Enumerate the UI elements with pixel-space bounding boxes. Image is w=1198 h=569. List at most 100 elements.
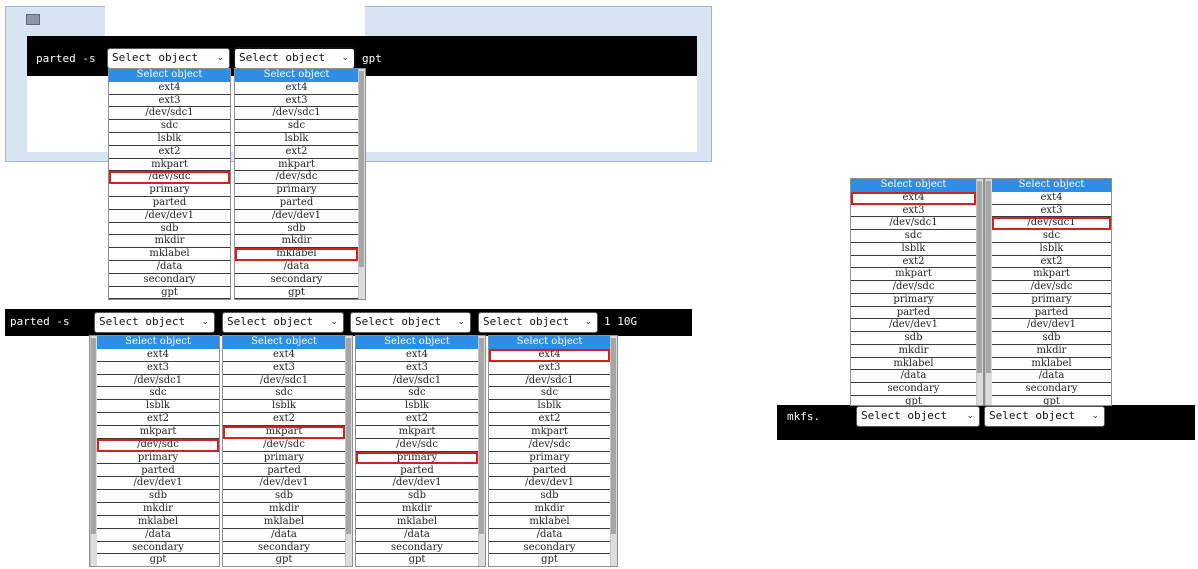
dropdown-option[interactable]: sdc bbox=[356, 387, 478, 401]
dropdown-option[interactable]: sdb bbox=[992, 332, 1111, 345]
dropdown-header-option[interactable]: Select object bbox=[223, 336, 345, 349]
dropdown-option[interactable]: secondary bbox=[235, 274, 358, 287]
dropdown-option[interactable]: ext2 bbox=[109, 146, 230, 159]
dropdown-option[interactable]: /data bbox=[851, 370, 976, 383]
dropdown-option[interactable]: sdb bbox=[489, 490, 610, 504]
dropdown-option[interactable]: mkpart bbox=[235, 159, 358, 172]
dropdown-option[interactable]: /dev/sdc1 bbox=[223, 375, 345, 388]
dropdown-option[interactable]: ext3 bbox=[489, 362, 610, 375]
dropdown-option[interactable]: ext2 bbox=[851, 256, 976, 269]
dropdown-option[interactable]: mkdir bbox=[235, 235, 358, 249]
dropdown-option[interactable]: lsblk bbox=[851, 243, 976, 256]
dropdown-option[interactable]: ext2 bbox=[489, 413, 610, 426]
dropdown-option[interactable]: /dev/dev1 bbox=[356, 477, 478, 491]
dropdown-option[interactable]: /data bbox=[489, 529, 610, 542]
dropdown-option[interactable]: ext3 bbox=[235, 95, 358, 108]
dropdown-option[interactable]: mkpart bbox=[992, 268, 1111, 281]
dropdown-option[interactable]: /dev/sdc bbox=[356, 439, 478, 452]
dropdown-option[interactable]: mkpart bbox=[223, 425, 345, 439]
dropdown-option[interactable]: /dev/sdc bbox=[992, 281, 1111, 294]
dropdown-option[interactable]: mkpart bbox=[97, 426, 219, 439]
dropdown-option[interactable]: mklabel bbox=[109, 248, 230, 261]
dropdown-option[interactable]: /dev/dev1 bbox=[235, 210, 358, 223]
dropdown-option[interactable]: ext4 bbox=[356, 349, 478, 362]
dropdown-header-option[interactable]: Select object bbox=[851, 179, 976, 192]
select-object-dropdown-2[interactable]: Select object ⌄ bbox=[984, 406, 1105, 427]
dropdown-option[interactable]: primary bbox=[223, 452, 345, 465]
dropdown-option[interactable]: /dev/sdc1 bbox=[97, 375, 219, 388]
dropdown-option[interactable]: mkpart bbox=[356, 426, 478, 439]
dropdown-option[interactable]: sdc bbox=[97, 387, 219, 401]
dropdown-option[interactable]: /dev/sdc bbox=[109, 171, 230, 185]
dropdown-option[interactable]: sdb bbox=[235, 223, 358, 236]
dropdown-option[interactable]: sdc bbox=[223, 387, 345, 401]
dropdown-option[interactable]: /dev/sdc1 bbox=[356, 375, 478, 388]
dropdown-option[interactable]: mklabel bbox=[992, 358, 1111, 371]
dropdown-option[interactable]: gpt bbox=[992, 396, 1111, 405]
dropdown-option[interactable]: /dev/sdc1 bbox=[851, 217, 976, 230]
dropdown-option[interactable]: gpt bbox=[97, 554, 219, 566]
dropdown-scrollbar[interactable] bbox=[610, 336, 617, 566]
dropdown-option[interactable]: parted bbox=[992, 307, 1111, 320]
dropdown-option[interactable]: ext4 bbox=[223, 349, 345, 362]
scrollbar-thumb[interactable] bbox=[986, 181, 991, 373]
dropdown-option[interactable]: mkdir bbox=[356, 503, 478, 516]
dropdown-scrollbar[interactable] bbox=[985, 179, 992, 405]
dropdown-option[interactable]: lsblk bbox=[97, 400, 219, 414]
dropdown-option[interactable]: /dev/sdc bbox=[235, 171, 358, 185]
dropdown-option[interactable]: sdc bbox=[851, 230, 976, 243]
select-object-dropdown-2[interactable]: Select object ⌄ bbox=[222, 312, 344, 333]
dropdown-option[interactable]: /dev/sdc1 bbox=[235, 107, 358, 121]
dropdown-option[interactable]: secondary bbox=[851, 383, 976, 396]
dropdown-option[interactable]: ext2 bbox=[97, 413, 219, 426]
dropdown-option[interactable]: secondary bbox=[223, 542, 345, 555]
dropdown-option[interactable]: lsblk bbox=[992, 243, 1111, 256]
dropdown-scrollbar[interactable] bbox=[90, 336, 97, 566]
dropdown-option[interactable]: mkdir bbox=[489, 503, 610, 516]
dropdown-option[interactable]: /data bbox=[109, 261, 230, 274]
dropdown-option[interactable]: mkdir bbox=[109, 235, 230, 249]
dropdown-option[interactable]: /data bbox=[223, 529, 345, 542]
dropdown-option[interactable]: sdb bbox=[851, 332, 976, 345]
dropdown-option[interactable]: secondary bbox=[109, 274, 230, 287]
dropdown-list[interactable]: Select object ext4 ext3/dev/sdc1 sdc lsblk ex… bbox=[850, 178, 984, 406]
dropdown-option[interactable]: /dev/dev1 bbox=[109, 210, 230, 223]
dropdown-option[interactable]: lsblk bbox=[109, 133, 230, 146]
dropdown-option[interactable]: /dev/dev1 bbox=[489, 477, 610, 491]
dropdown-option[interactable]: parted bbox=[223, 465, 345, 478]
dropdown-option[interactable]: /data bbox=[356, 529, 478, 542]
dropdown-option[interactable]: gpt bbox=[235, 287, 358, 299]
dropdown-header-option[interactable]: Select object bbox=[235, 69, 358, 82]
dropdown-option[interactable]: /dev/sdc1 bbox=[992, 217, 1111, 230]
dropdown-option[interactable]: secondary bbox=[489, 542, 610, 555]
dropdown-option[interactable]: ext4 bbox=[851, 191, 976, 205]
dropdown-option[interactable]: /data bbox=[992, 370, 1111, 383]
dropdown-option[interactable]: /dev/sdc bbox=[97, 438, 219, 452]
dropdown-option[interactable]: /dev/sdc bbox=[851, 281, 976, 294]
dropdown-option[interactable]: sdb bbox=[223, 490, 345, 504]
dropdown-option[interactable]: ext3 bbox=[356, 362, 478, 375]
scrollbar-thumb[interactable] bbox=[611, 338, 616, 534]
dropdown-option[interactable]: mkpart bbox=[489, 426, 610, 439]
dropdown-option[interactable]: /dev/sdc1 bbox=[109, 107, 230, 121]
dropdown-option[interactable]: ext2 bbox=[356, 413, 478, 426]
dropdown-option[interactable]: primary bbox=[992, 294, 1111, 307]
dropdown-option[interactable]: ext3 bbox=[851, 205, 976, 218]
dropdown-option[interactable]: parted bbox=[356, 465, 478, 478]
dropdown-header-option[interactable]: Select object bbox=[109, 69, 230, 82]
dropdown-option[interactable]: mklabel bbox=[356, 516, 478, 529]
dropdown-option[interactable]: /dev/sdc bbox=[223, 439, 345, 452]
dropdown-option[interactable]: ext3 bbox=[109, 95, 230, 108]
dropdown-option[interactable]: secondary bbox=[97, 542, 219, 555]
dropdown-option[interactable]: mklabel bbox=[235, 248, 358, 261]
dropdown-option[interactable]: sdb bbox=[97, 490, 219, 504]
dropdown-option[interactable]: /dev/dev1 bbox=[223, 477, 345, 491]
dropdown-option[interactable]: lsblk bbox=[223, 400, 345, 414]
dropdown-option[interactable]: parted bbox=[851, 307, 976, 320]
dropdown-list[interactable]: Select object ext4 ext3/dev/sdc1 sdc lsblk ex… bbox=[234, 68, 366, 300]
dropdown-option[interactable]: /dev/dev1 bbox=[97, 477, 219, 491]
dropdown-header-option[interactable]: Select object bbox=[97, 336, 219, 349]
dropdown-option[interactable]: mkdir bbox=[97, 503, 219, 516]
dropdown-option[interactable]: mkdir bbox=[992, 345, 1111, 358]
dropdown-option[interactable]: ext4 bbox=[97, 349, 219, 362]
